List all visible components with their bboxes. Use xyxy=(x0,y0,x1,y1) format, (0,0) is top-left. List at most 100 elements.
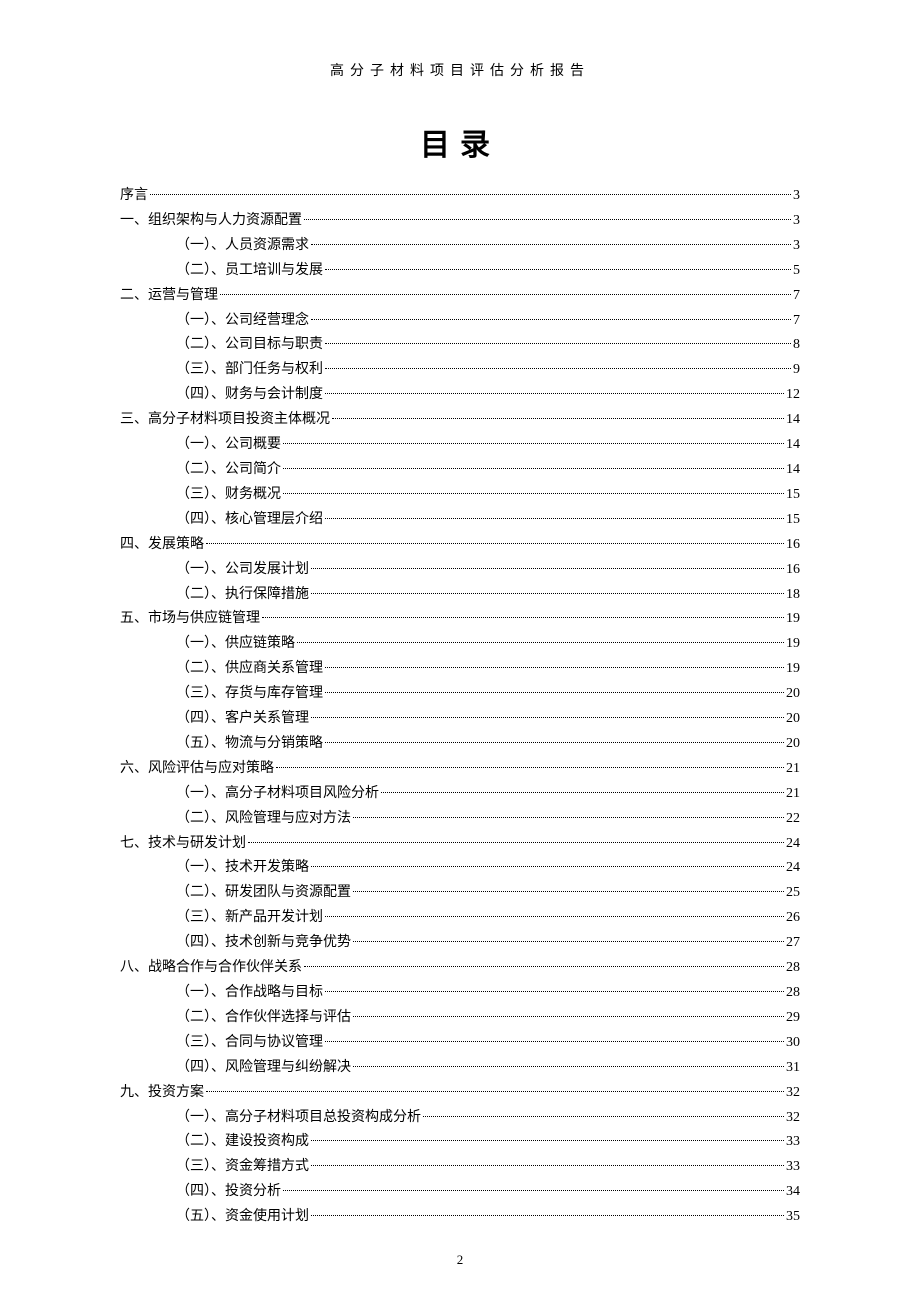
document-header: 高分子材料项目评估分析报告 xyxy=(120,60,800,80)
toc-entry: （一）、人员资源需求 3 xyxy=(120,234,800,259)
toc-entry: （二）、执行保障措施 18 xyxy=(120,583,800,608)
toc-entry-page: 3 xyxy=(793,234,800,259)
toc-leader-dots xyxy=(353,891,784,892)
toc-entry: （三）、新产品开发计划26 xyxy=(120,906,800,931)
toc-entry-label: （三）、资金筹措方式 xyxy=(176,1155,309,1180)
toc-leader-dots xyxy=(311,866,784,867)
toc-entry-page: 25 xyxy=(786,881,800,906)
toc-entry-page: 15 xyxy=(786,483,800,508)
toc-entry: 六、风险评估与应对策略21 xyxy=(120,757,800,782)
toc-entry: （二）、员工培训与发展5 xyxy=(120,259,800,284)
toc-entry-label: （五）、资金使用计划 xyxy=(176,1205,309,1230)
toc-leader-dots xyxy=(283,1190,784,1191)
toc-entry-label: 九、投资方案 xyxy=(120,1081,204,1106)
toc-entry-page: 7 xyxy=(793,309,800,334)
toc-entry-label: （二）、合作伙伴选择与评估 xyxy=(176,1006,351,1031)
toc-leader-dots xyxy=(206,1091,784,1092)
toc-entry-page: 27 xyxy=(786,931,800,956)
toc-entry: （一）、高分子材料项目总投资构成分析 32 xyxy=(120,1106,800,1131)
toc-entry-page: 14 xyxy=(786,433,800,458)
toc-entry: （三）、合同与协议管理30 xyxy=(120,1031,800,1056)
toc-entry-label: 七、技术与研发计划 xyxy=(120,832,246,857)
toc-entry: （五）、资金使用计划 35 xyxy=(120,1205,800,1230)
toc-entry: （三）、存货与库存管理20 xyxy=(120,682,800,707)
toc-entry-label: 五、市场与供应链管理 xyxy=(120,607,260,632)
toc-entry-label: （一）、公司发展计划 xyxy=(176,558,309,583)
toc-entry-label: （二）、公司目标与职责 xyxy=(176,333,323,358)
toc-leader-dots xyxy=(325,393,784,394)
toc-leader-dots xyxy=(325,692,784,693)
toc-entry-label: （三）、存货与库存管理 xyxy=(176,682,323,707)
toc-entry-page: 20 xyxy=(786,707,800,732)
toc-leader-dots xyxy=(311,244,791,245)
toc-entry-label: （三）、财务概况 xyxy=(176,483,281,508)
toc-entry-page: 35 xyxy=(786,1205,800,1230)
toc-entry-page: 18 xyxy=(786,583,800,608)
toc-entry-label: （五）、物流与分销策略 xyxy=(176,732,323,757)
toc-entry-page: 7 xyxy=(793,284,800,309)
toc-entry-page: 12 xyxy=(786,383,800,408)
toc-entry-label: 二、运营与管理 xyxy=(120,284,218,309)
toc-entry-page: 33 xyxy=(786,1155,800,1180)
toc-entry: （二）、建设投资构成33 xyxy=(120,1130,800,1155)
table-of-contents: 序言3一、组织架构与人力资源配置3（一）、人员资源需求3（二）、员工培训与发展5… xyxy=(120,184,800,1230)
toc-entry-label: （一）、高分子材料项目总投资构成分析 xyxy=(176,1106,421,1131)
toc-leader-dots xyxy=(311,1140,784,1141)
toc-entry-page: 24 xyxy=(786,856,800,881)
page-number: 2 xyxy=(0,1252,920,1268)
toc-entry: 五、市场与供应链管理19 xyxy=(120,607,800,632)
toc-entry-label: （一）、人员资源需求 xyxy=(176,234,309,259)
toc-entry-page: 14 xyxy=(786,458,800,483)
toc-entry-page: 20 xyxy=(786,732,800,757)
toc-entry-page: 32 xyxy=(786,1106,800,1131)
toc-entry: （一）、公司概要 14 xyxy=(120,433,800,458)
toc-entry: 四、发展策略16 xyxy=(120,533,800,558)
toc-entry: 三、高分子材料项目投资主体概况 14 xyxy=(120,408,800,433)
toc-leader-dots xyxy=(325,518,784,519)
toc-entry-page: 28 xyxy=(786,981,800,1006)
toc-entry-page: 15 xyxy=(786,508,800,533)
toc-entry: （五）、物流与分销策略 20 xyxy=(120,732,800,757)
toc-leader-dots xyxy=(325,742,784,743)
toc-entry-page: 21 xyxy=(786,782,800,807)
toc-entry-label: （四）、核心管理层介绍 xyxy=(176,508,323,533)
toc-entry-page: 30 xyxy=(786,1031,800,1056)
toc-leader-dots xyxy=(283,468,784,469)
toc-entry: 二、运营与管理 7 xyxy=(120,284,800,309)
toc-entry: （四）、风险管理与纠纷解决31 xyxy=(120,1056,800,1081)
toc-leader-dots xyxy=(353,1016,784,1017)
toc-entry-label: （二）、执行保障措施 xyxy=(176,583,309,608)
toc-entry-label: （一）、公司经营理念 xyxy=(176,309,309,334)
toc-entry-label: （一）、高分子材料项目风险分析 xyxy=(176,782,379,807)
toc-entry-label: （一）、公司概要 xyxy=(176,433,281,458)
toc-leader-dots xyxy=(276,767,784,768)
toc-entry: （四）、客户关系管理 20 xyxy=(120,707,800,732)
toc-entry-label: 三、高分子材料项目投资主体概况 xyxy=(120,408,330,433)
toc-leader-dots xyxy=(353,1066,784,1067)
toc-entry-page: 16 xyxy=(786,558,800,583)
toc-entry-page: 33 xyxy=(786,1130,800,1155)
toc-leader-dots xyxy=(311,593,784,594)
toc-entry: 八、战略合作与合作伙伴关系28 xyxy=(120,956,800,981)
toc-entry-page: 14 xyxy=(786,408,800,433)
toc-entry-page: 5 xyxy=(793,259,800,284)
toc-entry-label: 序言 xyxy=(120,184,148,209)
toc-entry-page: 34 xyxy=(786,1180,800,1205)
toc-entry-page: 19 xyxy=(786,632,800,657)
toc-entry-page: 9 xyxy=(793,358,800,383)
toc-leader-dots xyxy=(248,842,784,843)
toc-entry-label: （四）、客户关系管理 xyxy=(176,707,309,732)
toc-leader-dots xyxy=(283,443,784,444)
toc-leader-dots xyxy=(325,667,784,668)
toc-entry-page: 32 xyxy=(786,1081,800,1106)
toc-entry-label: （四）、投资分析 xyxy=(176,1180,281,1205)
toc-entry-page: 28 xyxy=(786,956,800,981)
toc-entry: （二）、风险管理与应对方法22 xyxy=(120,807,800,832)
toc-entry-label: （一）、供应链策略 xyxy=(176,632,295,657)
toc-leader-dots xyxy=(311,717,784,718)
toc-leader-dots xyxy=(283,493,784,494)
toc-leader-dots xyxy=(423,1116,784,1117)
toc-leader-dots xyxy=(381,792,784,793)
toc-entry-label: 四、发展策略 xyxy=(120,533,204,558)
toc-entry-label: （一）、技术开发策略 xyxy=(176,856,309,881)
